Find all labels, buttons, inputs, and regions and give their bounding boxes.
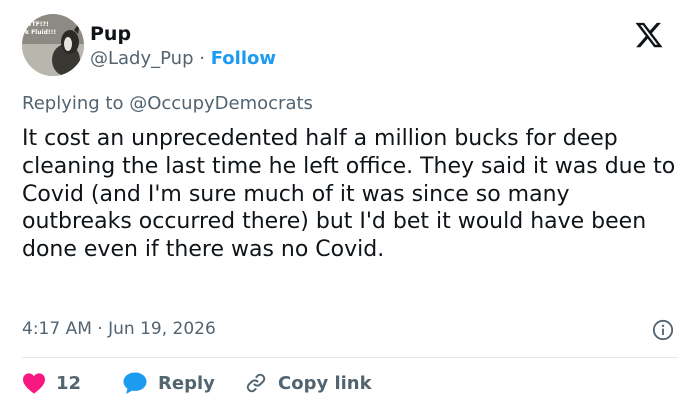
meta-separator: · — [97, 319, 103, 339]
author-display-name[interactable]: Pup — [90, 22, 131, 46]
reply-label: Reply — [158, 372, 215, 394]
replying-to: Replying to @OccupyDemocrats — [22, 92, 313, 116]
tweet-meta: 4:17 AM · Jun 19, 2026 — [22, 317, 216, 341]
avatar-caption-line-1: WTF!?! — [25, 21, 49, 28]
like-button[interactable]: 12 — [22, 369, 81, 397]
tweet-card: WTF!?! k Fluid!!! Pup @Lady_Pup · Follow… — [0, 0, 700, 410]
tweet-text: It cost an unprecedented half a million … — [22, 126, 676, 263]
copy-link-button[interactable]: Copy link — [244, 369, 372, 397]
like-count: 12 — [56, 372, 82, 394]
x-logo-icon[interactable] — [633, 20, 665, 50]
follow-button[interactable]: Follow — [211, 48, 276, 69]
copy-link-label: Copy link — [278, 372, 372, 394]
heart-icon — [23, 373, 45, 394]
author-handle[interactable]: @Lady_Pup — [90, 48, 194, 69]
tweet-time[interactable]: 4:17 AM — [22, 319, 92, 339]
info-icon[interactable] — [652, 319, 674, 341]
avatar-caption-line-2: k Fluid!!! — [25, 29, 56, 36]
divider — [22, 357, 678, 358]
tweet-date[interactable]: Jun 19, 2026 — [108, 319, 216, 339]
speech-bubble-icon — [123, 372, 147, 394]
replying-to-mention[interactable]: @OccupyDemocrats — [129, 93, 313, 114]
avatar[interactable]: WTF!?! k Fluid!!! — [22, 14, 84, 76]
link-icon — [246, 373, 266, 393]
replying-to-prefix: Replying to — [22, 93, 124, 114]
reply-button[interactable]: Reply — [122, 369, 215, 397]
handle-separator: · — [199, 48, 205, 69]
author-handle-row: @Lady_Pup · Follow — [90, 47, 276, 71]
